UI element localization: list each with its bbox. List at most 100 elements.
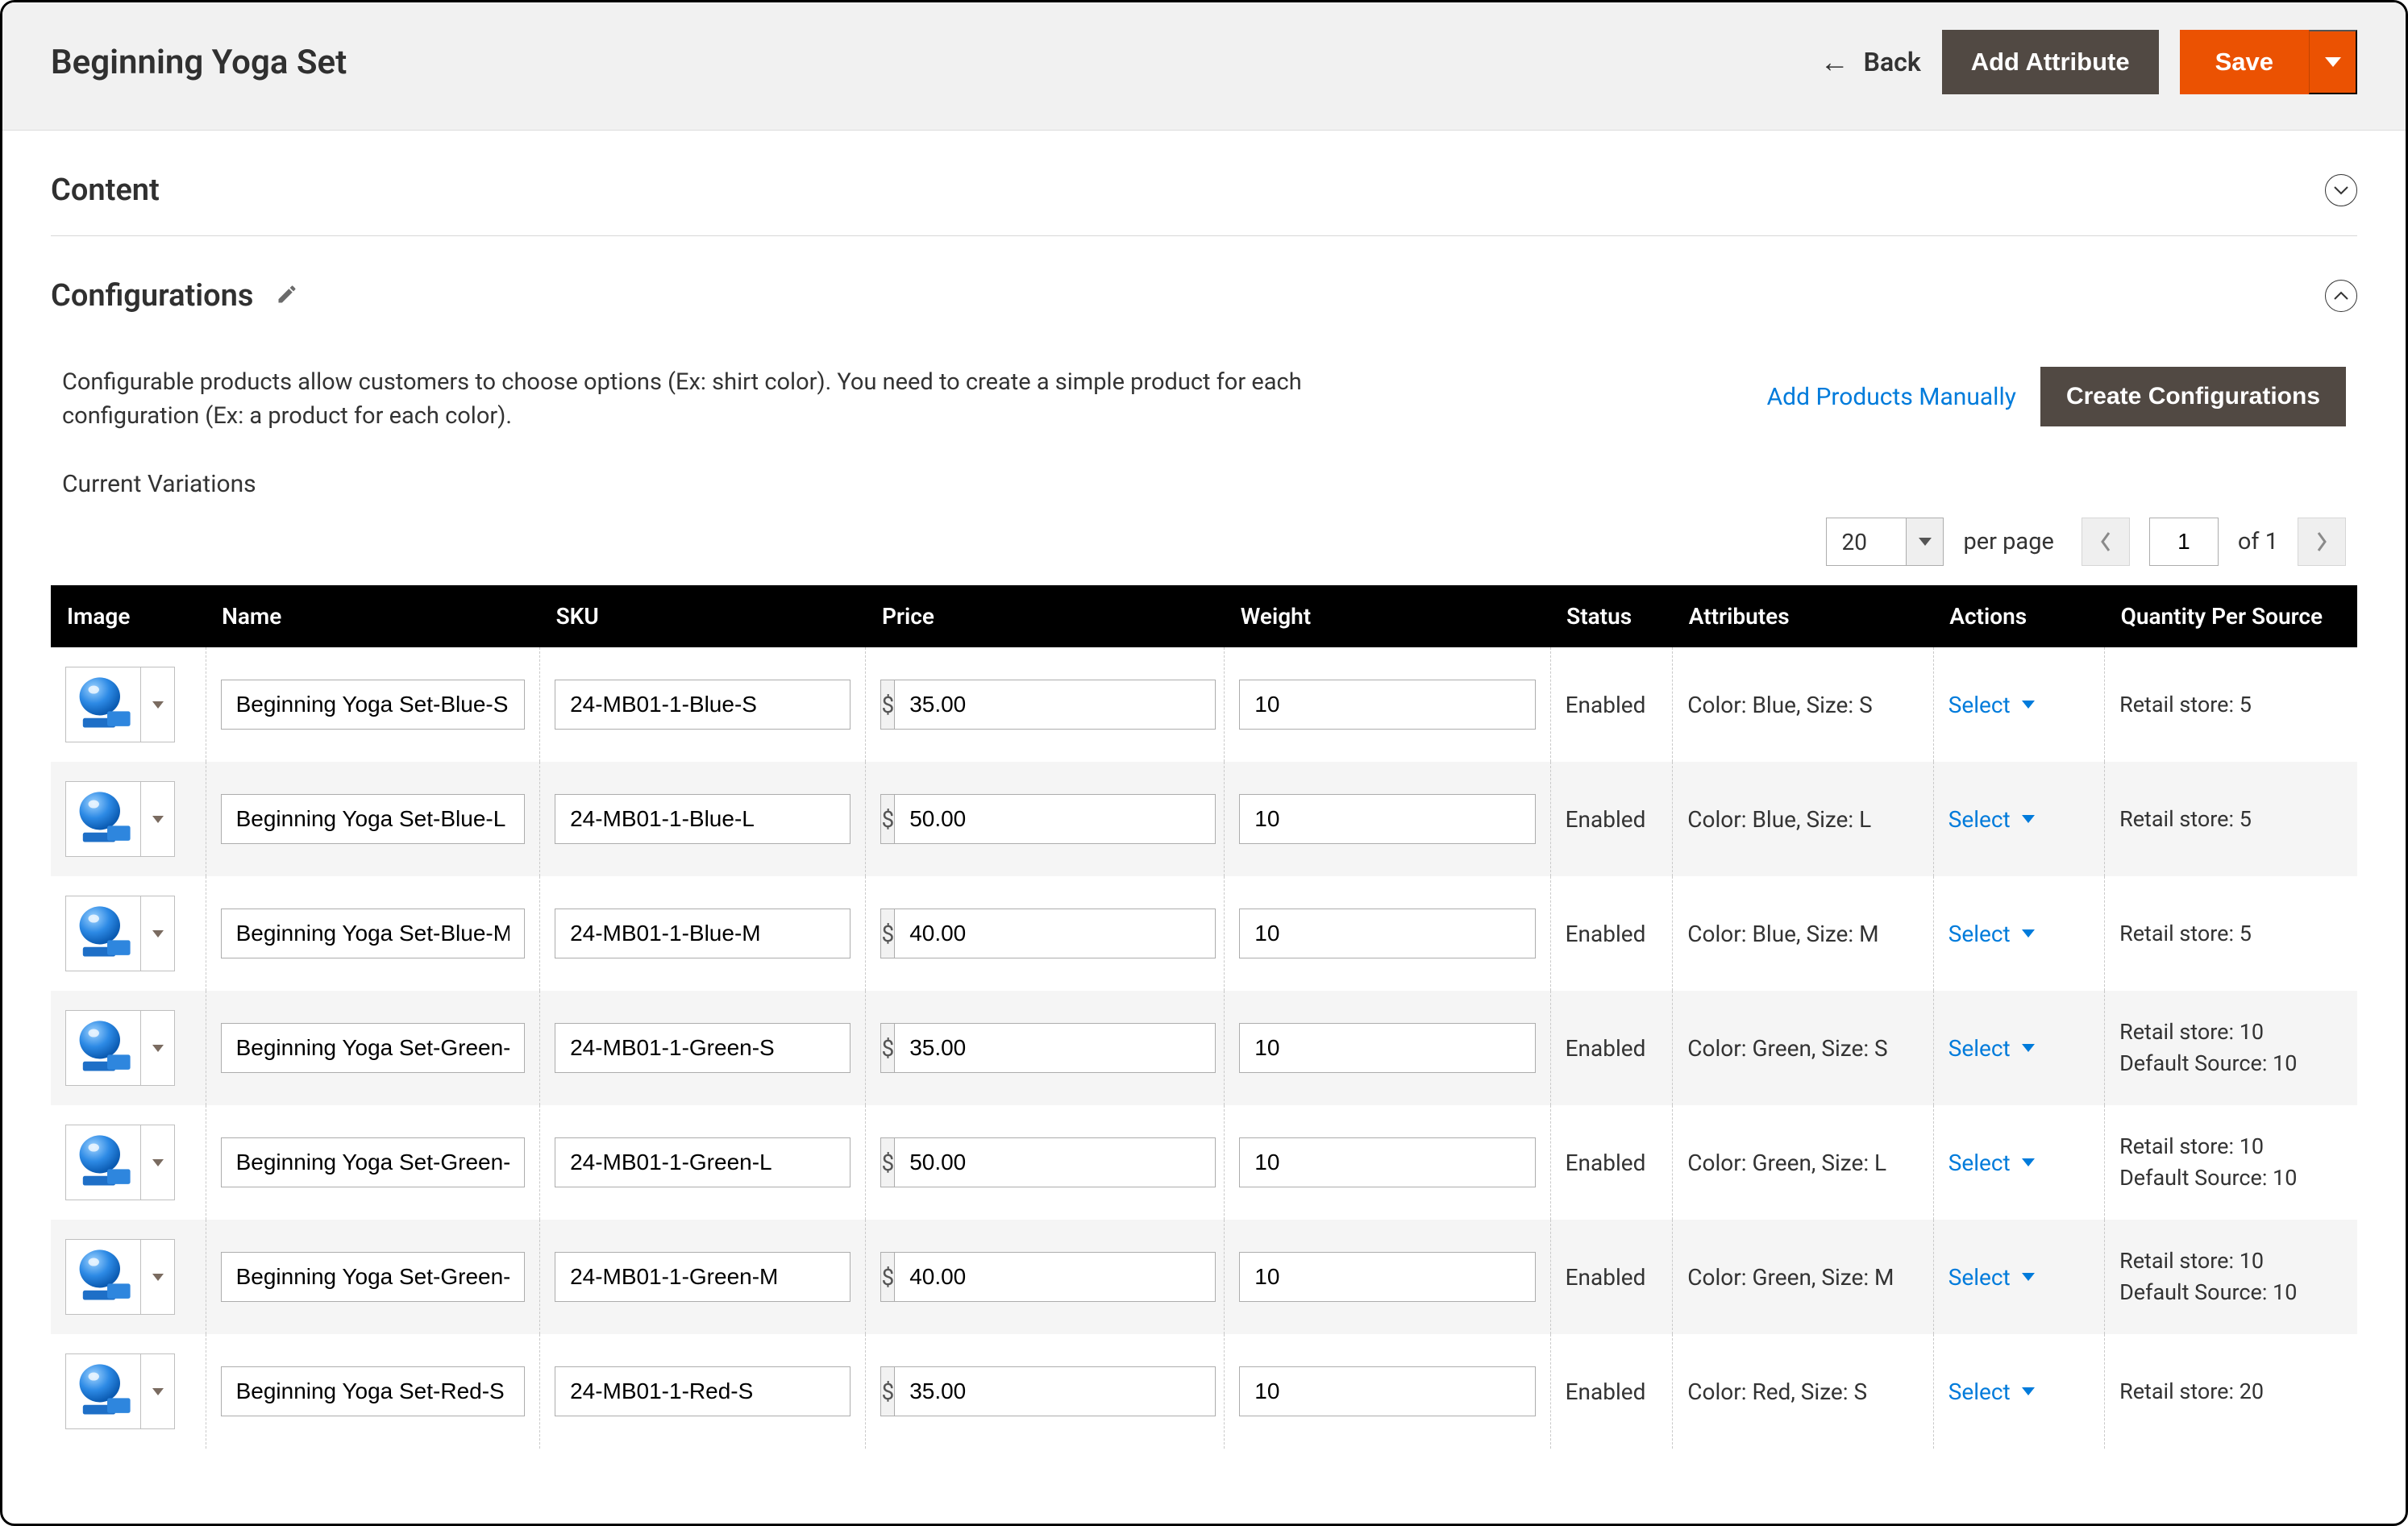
section-content: Content <box>2 131 2406 236</box>
back-button[interactable]: ← Back <box>1820 45 1921 79</box>
create-configurations-button[interactable]: Create Configurations <box>2040 367 2346 426</box>
product-thumbnail[interactable] <box>65 896 141 971</box>
content-expand-toggle[interactable] <box>2325 174 2357 206</box>
col-sku[interactable]: SKU <box>540 585 866 647</box>
save-button[interactable]: Save <box>2180 30 2309 94</box>
configurations-collapse-toggle[interactable] <box>2325 280 2357 312</box>
sku-input[interactable] <box>555 909 850 958</box>
name-input[interactable] <box>221 909 525 958</box>
currency-symbol: $ <box>880 909 894 958</box>
cell-sku <box>540 762 866 876</box>
thumbnail-dropdown-button[interactable] <box>141 896 175 971</box>
cell-weight <box>1225 647 1550 762</box>
name-input[interactable] <box>221 1023 525 1073</box>
weight-input[interactable] <box>1239 1023 1535 1073</box>
price-input[interactable] <box>894 1366 1216 1416</box>
edit-icon[interactable] <box>276 278 298 314</box>
cell-attributes: Color: Blue, Size: L <box>1673 762 1934 876</box>
caret-down-icon <box>2022 1387 2035 1395</box>
caret-down-icon <box>152 930 164 938</box>
caret-down-icon <box>2022 815 2035 823</box>
sku-input[interactable] <box>555 1137 850 1187</box>
sku-input[interactable] <box>555 1366 850 1416</box>
caret-down-icon <box>152 1159 164 1166</box>
thumbnail-dropdown-button[interactable] <box>141 781 175 857</box>
thumbnail-dropdown-button[interactable] <box>141 667 175 742</box>
caret-down-icon <box>2022 1044 2035 1052</box>
row-action-select[interactable]: Select <box>1948 1264 2090 1291</box>
col-image[interactable]: Image <box>51 585 206 647</box>
col-weight[interactable]: Weight <box>1225 585 1550 647</box>
cell-price: $ <box>866 876 1225 991</box>
product-thumbnail[interactable] <box>65 1239 141 1315</box>
save-dropdown-button[interactable] <box>2309 30 2357 94</box>
product-thumbnail[interactable] <box>65 667 141 742</box>
configurations-title: Configurations <box>51 278 298 314</box>
thumbnail-dropdown-button[interactable] <box>141 1239 175 1315</box>
col-name[interactable]: Name <box>206 585 539 647</box>
col-status[interactable]: Status <box>1550 585 1673 647</box>
row-action-select[interactable]: Select <box>1948 1150 2090 1176</box>
weight-input[interactable] <box>1239 1137 1535 1187</box>
sku-input[interactable] <box>555 1023 850 1073</box>
price-input[interactable] <box>894 1252 1216 1302</box>
add-products-manually-link[interactable]: Add Products Manually <box>1767 383 2016 411</box>
product-thumbnail[interactable] <box>65 1353 141 1429</box>
row-action-select[interactable]: Select <box>1948 1035 2090 1062</box>
next-page-button[interactable] <box>2298 518 2346 566</box>
name-input[interactable] <box>221 794 525 844</box>
chevron-left-icon <box>2099 531 2112 552</box>
weight-input[interactable] <box>1239 1252 1535 1302</box>
sku-input[interactable] <box>555 680 850 730</box>
col-price[interactable]: Price <box>866 585 1225 647</box>
price-input[interactable] <box>894 794 1216 844</box>
weight-input[interactable] <box>1239 794 1535 844</box>
row-action-select[interactable]: Select <box>1948 806 2090 833</box>
sku-input[interactable] <box>555 794 850 844</box>
weight-input[interactable] <box>1239 909 1535 958</box>
weight-input[interactable] <box>1239 1366 1535 1416</box>
name-input[interactable] <box>221 1252 525 1302</box>
name-input[interactable] <box>221 680 525 730</box>
price-input[interactable] <box>894 909 1216 958</box>
price-input[interactable] <box>894 680 1216 730</box>
add-attribute-button[interactable]: Add Attribute <box>1942 30 2159 94</box>
col-attributes[interactable]: Attributes <box>1673 585 1934 647</box>
cell-actions: Select <box>1933 1334 2104 1449</box>
page-number-input[interactable] <box>2149 518 2219 566</box>
weight-input[interactable] <box>1239 680 1535 730</box>
table-row: $ Enabled Color: Red, Size: S Select Ret… <box>51 1334 2357 1449</box>
cell-status: Enabled <box>1550 1334 1673 1449</box>
price-input[interactable] <box>894 1023 1216 1073</box>
caret-down-icon <box>152 816 164 823</box>
row-action-select[interactable]: Select <box>1948 1378 2090 1405</box>
row-action-select[interactable]: Select <box>1948 692 2090 718</box>
row-action-select[interactable]: Select <box>1948 921 2090 947</box>
page-size-dropdown-button[interactable] <box>1907 518 1944 566</box>
thumbnail-dropdown-button[interactable] <box>141 1010 175 1086</box>
per-page-label: per page <box>1963 528 2053 555</box>
currency-symbol: $ <box>880 794 894 844</box>
cell-qty: Retail store: 10Default Source: 10 <box>2105 1105 2357 1220</box>
price-input[interactable] <box>894 1137 1216 1187</box>
thumbnail-dropdown-button[interactable] <box>141 1125 175 1200</box>
name-input[interactable] <box>221 1366 525 1416</box>
product-thumbnail[interactable] <box>65 1125 141 1200</box>
caret-down-icon <box>2325 57 2341 67</box>
prev-page-button[interactable] <box>2082 518 2130 566</box>
col-actions[interactable]: Actions <box>1933 585 2104 647</box>
name-input[interactable] <box>221 1137 525 1187</box>
cell-status: Enabled <box>1550 647 1673 762</box>
product-thumbnail[interactable] <box>65 781 141 857</box>
cell-status: Enabled <box>1550 1105 1673 1220</box>
thumbnail-dropdown-button[interactable] <box>141 1353 175 1429</box>
sku-input[interactable] <box>555 1252 850 1302</box>
select-label: Select <box>1948 806 2011 833</box>
cell-actions: Select <box>1933 991 2104 1105</box>
col-qty[interactable]: Quantity Per Source <box>2105 585 2357 647</box>
cell-sku <box>540 876 866 991</box>
product-thumbnail[interactable] <box>65 1010 141 1086</box>
page-size-select[interactable]: 20 <box>1826 518 1944 566</box>
table-row: $ Enabled Color: Green, Size: S Select R… <box>51 991 2357 1105</box>
table-row: $ Enabled Color: Blue, Size: M Select Re… <box>51 876 2357 991</box>
